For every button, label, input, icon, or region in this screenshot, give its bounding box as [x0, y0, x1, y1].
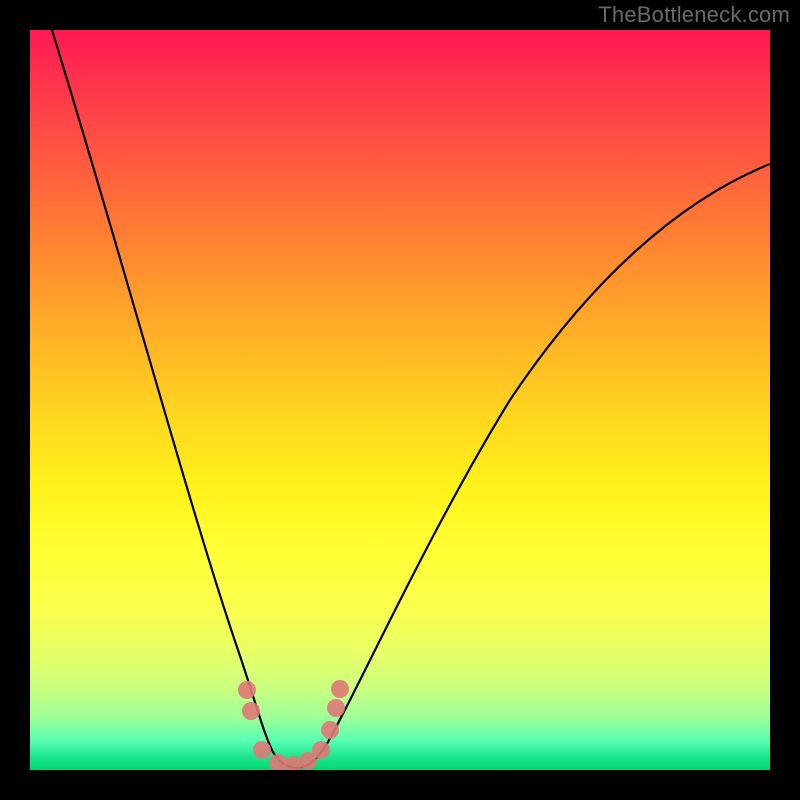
highlight-dots — [238, 680, 349, 770]
chart-frame: TheBottleneck.com — [0, 0, 800, 800]
watermark-text: TheBottleneck.com — [598, 2, 790, 28]
bottleneck-curve — [52, 30, 770, 768]
plot-area — [30, 30, 770, 770]
curve-svg — [30, 30, 770, 770]
